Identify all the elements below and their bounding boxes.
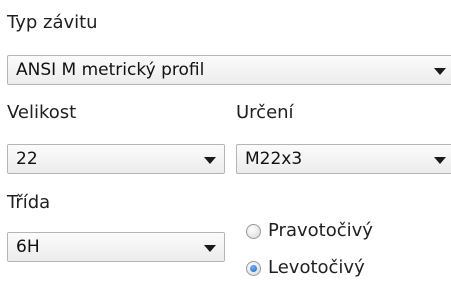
designation-label: Určení bbox=[236, 102, 294, 123]
direction-left-hand-option[interactable]: Levotočivý bbox=[246, 257, 446, 282]
thread-type-select[interactable]: ANSI M metrický profil bbox=[7, 55, 451, 85]
class-value: 6H bbox=[16, 237, 40, 257]
size-select[interactable]: 22 bbox=[7, 144, 225, 174]
radio-checked-icon[interactable] bbox=[246, 261, 261, 276]
direction-right-hand-option[interactable]: Pravotočivý bbox=[246, 220, 446, 245]
class-label: Třída bbox=[7, 192, 51, 213]
size-value: 22 bbox=[16, 149, 38, 169]
thread-type-value: ANSI M metrický profil bbox=[16, 60, 205, 80]
chevron-down-icon bbox=[434, 68, 446, 75]
designation-select[interactable]: M22x3 bbox=[236, 144, 451, 174]
chevron-down-icon bbox=[204, 157, 216, 164]
thread-type-label: Typ závitu bbox=[7, 12, 98, 33]
radio-unchecked-icon[interactable] bbox=[246, 224, 261, 239]
right-hand-label: Pravotočivý bbox=[268, 220, 373, 241]
class-select[interactable]: 6H bbox=[7, 232, 225, 262]
chevron-down-icon bbox=[434, 157, 446, 164]
chevron-down-icon bbox=[204, 245, 216, 252]
size-label: Velikost bbox=[7, 102, 77, 123]
left-hand-label: Levotočivý bbox=[268, 257, 365, 278]
designation-value: M22x3 bbox=[245, 149, 303, 169]
